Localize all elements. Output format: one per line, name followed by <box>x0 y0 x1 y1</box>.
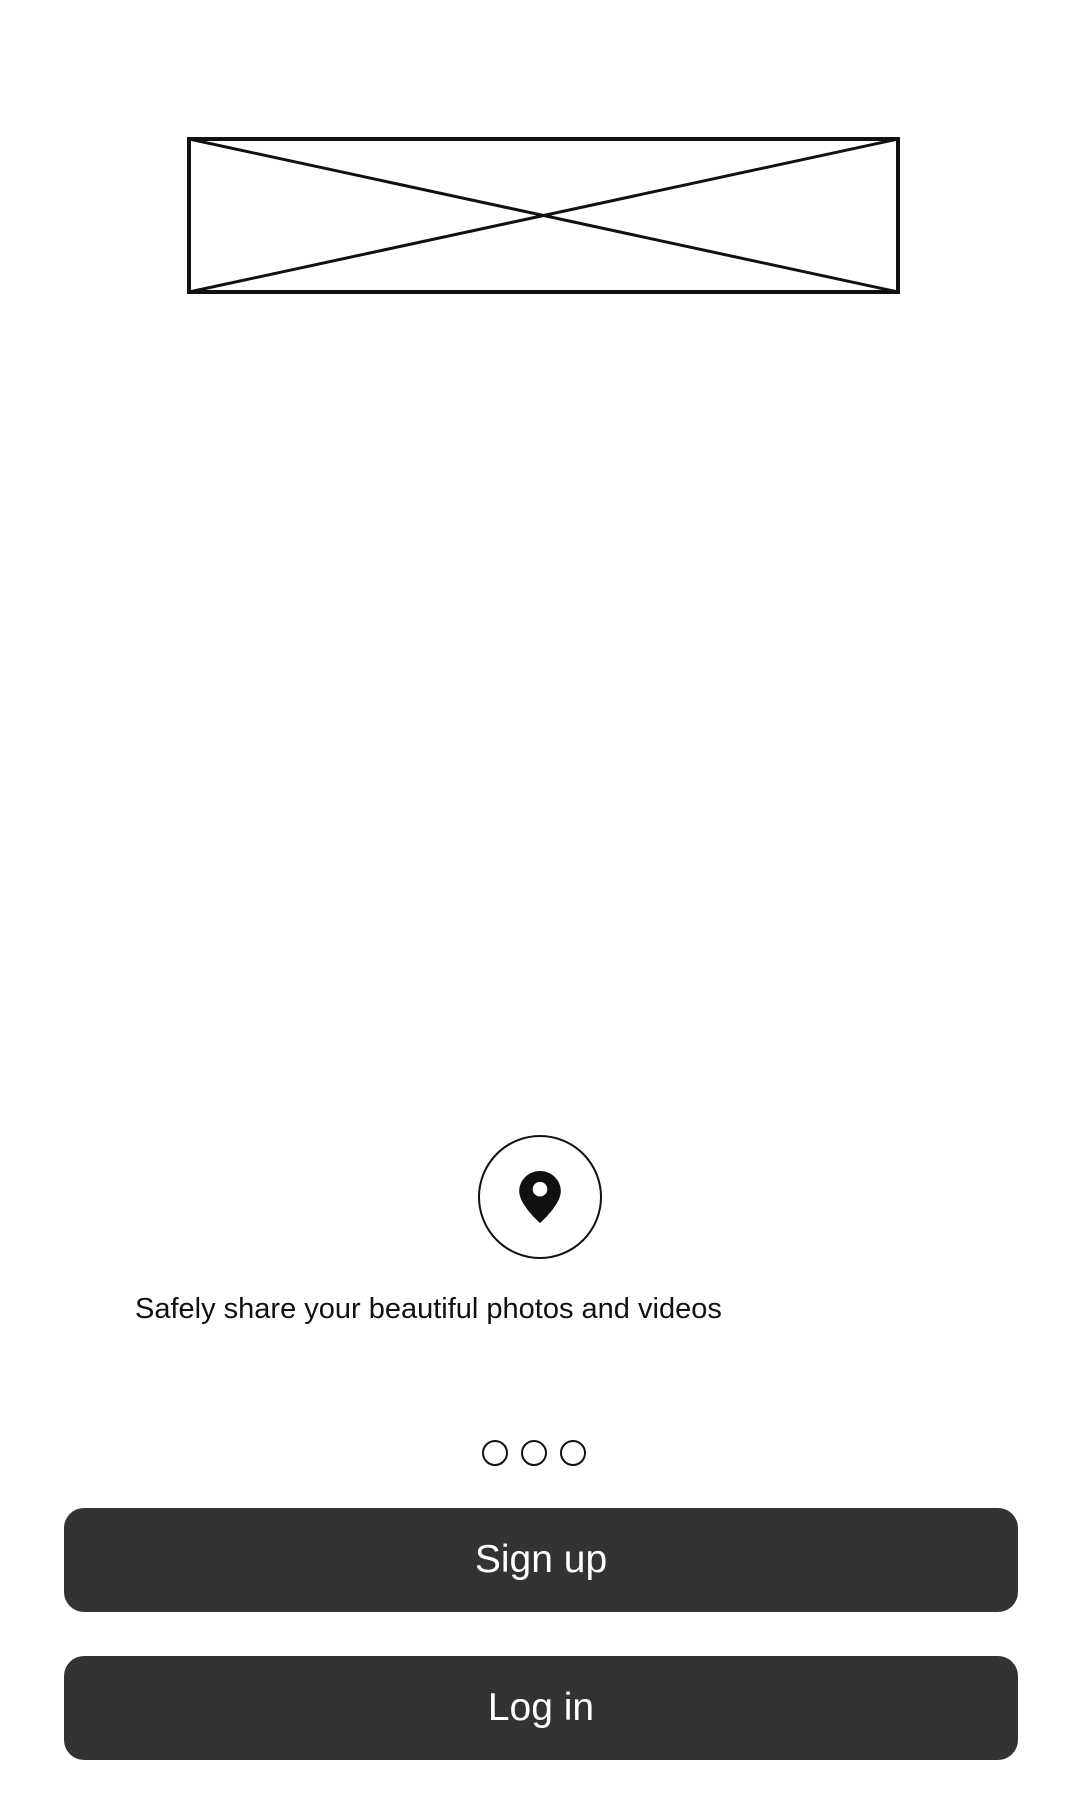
page-indicator-dot[interactable] <box>560 1440 586 1466</box>
sign-up-button[interactable]: Sign up <box>64 1508 1018 1612</box>
page-indicator <box>482 1440 586 1466</box>
page-indicator-dot[interactable] <box>482 1440 508 1466</box>
location-pin-icon <box>478 1135 602 1259</box>
page-indicator-dot[interactable] <box>521 1440 547 1466</box>
onboarding-tagline: Safely share your beautiful photos and v… <box>135 1293 722 1325</box>
logo-image-placeholder-icon <box>187 137 900 294</box>
log-in-button[interactable]: Log in <box>64 1656 1018 1760</box>
